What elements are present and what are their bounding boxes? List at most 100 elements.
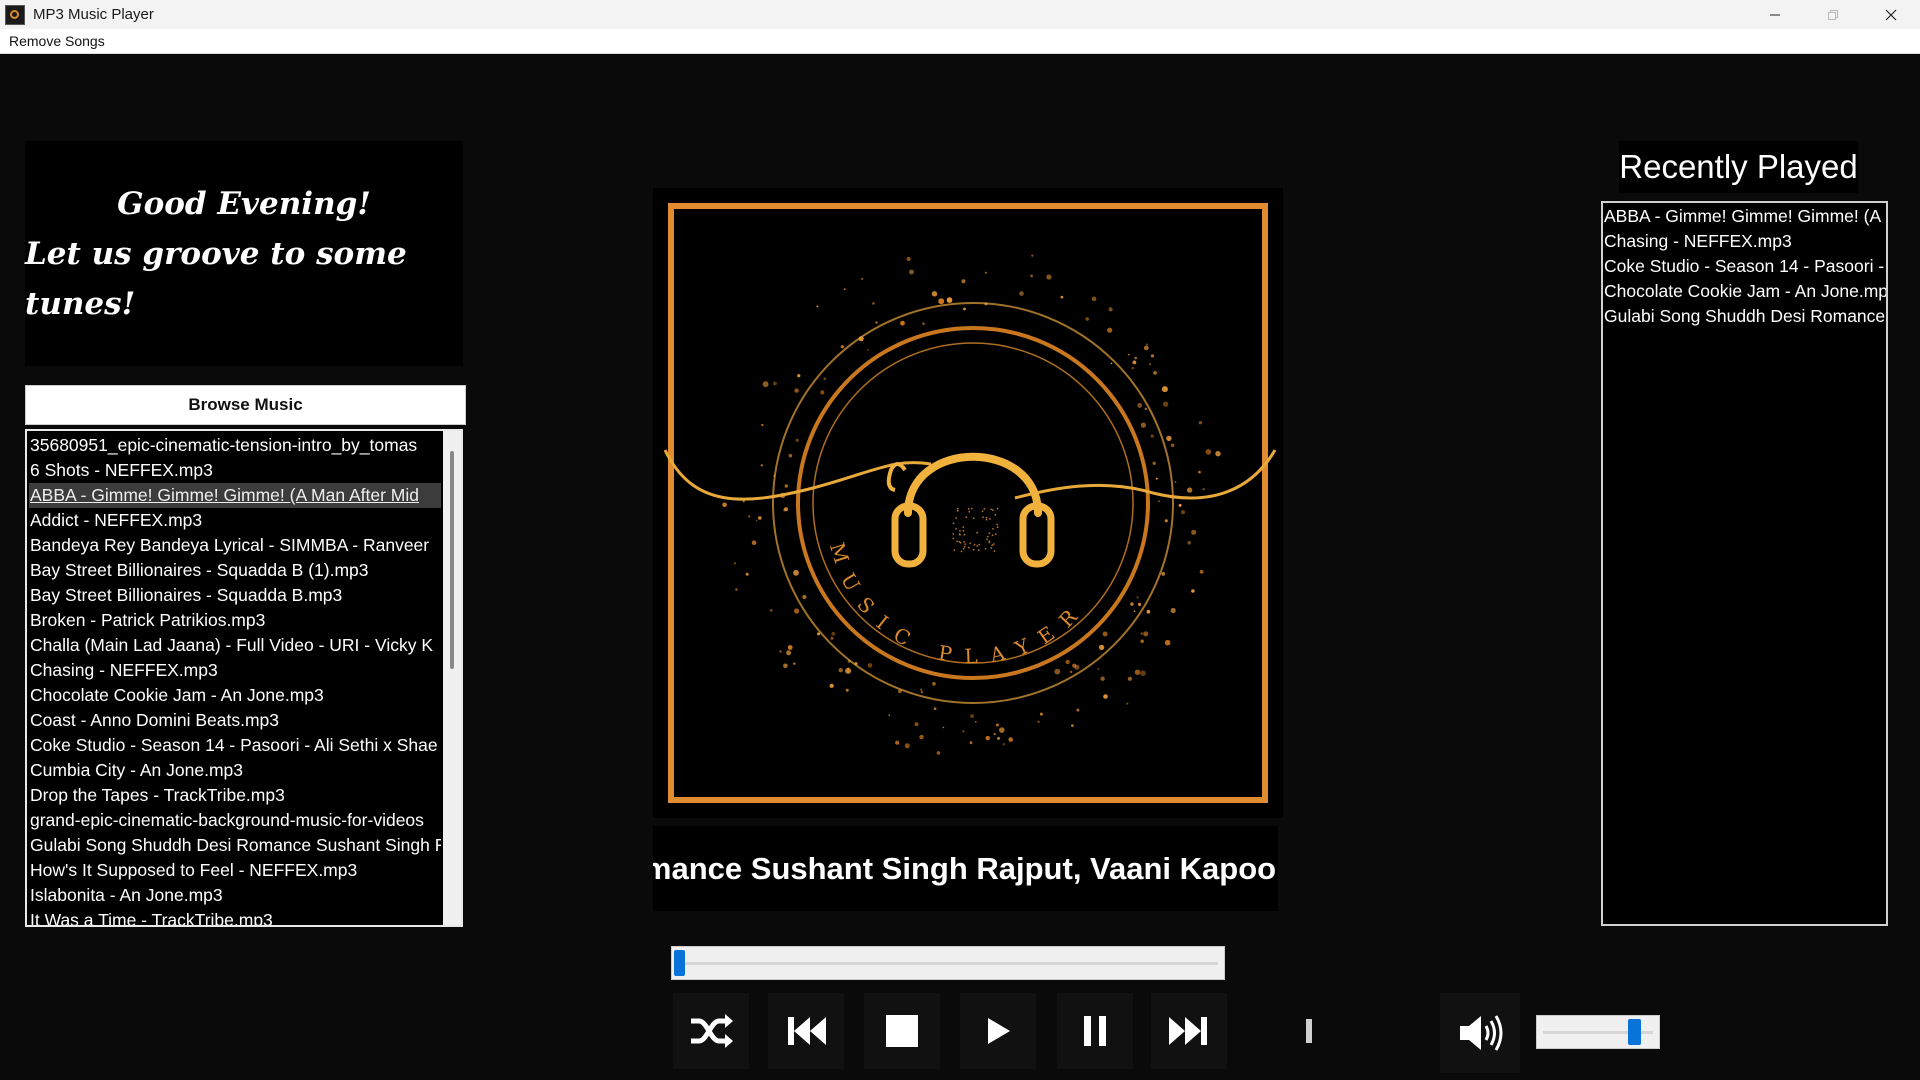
- previous-button[interactable]: [768, 993, 844, 1069]
- maximize-button[interactable]: [1804, 0, 1862, 29]
- sparkle-dot: [1161, 572, 1166, 576]
- window-controls: [1746, 0, 1920, 29]
- sparkle-dot: [1215, 451, 1221, 457]
- song-list-item[interactable]: grand-epic-cinematic-background-music-fo…: [29, 808, 441, 833]
- recently-played-item[interactable]: Coke Studio - Season 14 - Pasoori -: [1604, 254, 1886, 279]
- sparkle-dot: [952, 533, 955, 535]
- sparkle-dot: [840, 345, 844, 349]
- sparkle-dot: [1205, 449, 1212, 455]
- recently-played-item[interactable]: Chasing - NEFFEX.mp3: [1604, 229, 1886, 254]
- sparkle-dot: [1202, 488, 1205, 491]
- sparkle-dot: [845, 667, 852, 674]
- volume-handle[interactable]: [1628, 1019, 1642, 1045]
- song-list-item[interactable]: Cumbia City - An Jone.mp3: [29, 758, 441, 783]
- sparkle-dot: [1008, 737, 1013, 742]
- stop-button[interactable]: [864, 993, 940, 1069]
- sparkle-dot: [936, 751, 941, 755]
- song-list-item[interactable]: Bay Street Billionaires - Squadda B (1).…: [29, 558, 441, 583]
- sparkle-dot: [817, 632, 820, 636]
- song-list-item[interactable]: 6 Shots - NEFFEX.mp3: [29, 458, 441, 483]
- sparkle-dot: [895, 740, 900, 745]
- sparkle-dot: [1158, 500, 1160, 503]
- sparkle-dot: [1103, 694, 1108, 699]
- sparkle-dot: [793, 569, 799, 576]
- minimize-button[interactable]: [1746, 0, 1804, 29]
- sparkle-dot: [1108, 307, 1113, 312]
- sparkle-dot: [964, 543, 967, 546]
- song-list-item[interactable]: Addict - NEFFEX.mp3: [29, 508, 441, 533]
- sparkle-dot: [793, 662, 796, 665]
- song-list-item[interactable]: Islabonita - An Jone.mp3: [29, 883, 441, 908]
- volume-button[interactable]: [1440, 993, 1520, 1073]
- recently-played-item[interactable]: Chocolate Cookie Jam - An Jone.mp: [1604, 279, 1886, 304]
- sparkle-dot: [996, 526, 999, 529]
- sparkle-dot: [762, 381, 769, 388]
- song-list-item[interactable]: Chasing - NEFFEX.mp3: [29, 658, 441, 683]
- shuffle-button[interactable]: [673, 993, 749, 1069]
- sparkle-dot: [829, 683, 834, 688]
- sparkle-dot: [779, 650, 782, 653]
- sparkle-dot: [769, 609, 773, 612]
- sparkle-dot: [942, 726, 945, 729]
- next-button[interactable]: [1151, 993, 1227, 1069]
- song-list-item[interactable]: It Was a Time - TrackTribe.mp3: [29, 908, 441, 925]
- recently-played-item[interactable]: ABBA - Gimme! Gimme! Gimme! (A: [1604, 204, 1886, 229]
- sparkle-dot: [1002, 743, 1005, 746]
- song-list-item[interactable]: Challa (Main Lad Jaana) - Full Video - U…: [29, 633, 441, 658]
- sparkle-dot: [1186, 487, 1193, 493]
- close-icon: [1885, 9, 1897, 20]
- sparkle-dot: [760, 464, 763, 467]
- song-list-scrollbar[interactable]: [443, 431, 461, 925]
- menu-bar: Remove Songs: [0, 29, 1920, 54]
- progress-slider[interactable]: [671, 946, 1225, 980]
- sparkle-dot: [1091, 296, 1097, 302]
- sparkle-dot: [802, 594, 807, 600]
- song-list-item[interactable]: How's It Supposed to Feel - NEFFEX.mp3: [29, 858, 441, 883]
- song-list-item[interactable]: Gulabi Song Shuddh Desi Romance Sushant …: [29, 833, 441, 858]
- sparkle-dot: [976, 531, 979, 534]
- volume-slider[interactable]: [1536, 1015, 1660, 1049]
- restore-icon: [1828, 9, 1838, 20]
- pause-button[interactable]: [1057, 993, 1133, 1069]
- song-list-item[interactable]: Drop the Tapes - TrackTribe.mp3: [29, 783, 441, 808]
- skip-back-icon: [788, 1017, 826, 1045]
- song-list-item[interactable]: Broken - Patrick Patrikios.mp3: [29, 608, 441, 633]
- recently-played-item[interactable]: Gulabi Song Shuddh Desi Romance: [1604, 304, 1886, 329]
- song-list-item[interactable]: Coast - Anno Domini Beats.mp3: [29, 708, 441, 733]
- sparkle-dot: [1164, 519, 1168, 523]
- sparkle-dot: [984, 271, 987, 274]
- sparkle-dot: [978, 543, 981, 546]
- sparkle-dot: [795, 438, 799, 442]
- sparkle-dot: [761, 423, 764, 427]
- song-list-item[interactable]: Chocolate Cookie Jam - An Jone.mp3: [29, 683, 441, 708]
- sparkle-dot: [1148, 363, 1151, 366]
- song-list-item[interactable]: Bandeya Rey Bandeya Lyrical - SIMMBA - R…: [29, 533, 441, 558]
- song-list-item[interactable]: Coke Studio - Season 14 - Pasoori - Ali …: [29, 733, 441, 758]
- scrollbar-thumb[interactable]: [450, 451, 454, 669]
- sparkle-dot: [794, 608, 800, 614]
- sparkle-dot: [938, 298, 945, 305]
- menu-remove-songs[interactable]: Remove Songs: [0, 33, 114, 49]
- sparkle-dot: [990, 547, 993, 549]
- close-button[interactable]: [1862, 0, 1920, 29]
- song-list-item[interactable]: Bay Street Billionaires - Squadda B.mp3: [29, 583, 441, 608]
- recently-played-list[interactable]: ABBA - Gimme! Gimme! Gimme! (A Chasing - …: [1604, 204, 1886, 329]
- progress-handle[interactable]: [674, 950, 685, 976]
- sparkle-dot: [1146, 609, 1151, 614]
- sparkle-dot: [920, 688, 923, 691]
- sparkle-dot: [830, 636, 834, 640]
- sparkle-dot: [985, 516, 988, 519]
- song-list[interactable]: 35680951_epic-cinematic-tension-intro_by…: [29, 433, 441, 925]
- sparkle-dot: [1131, 366, 1134, 370]
- browse-music-button[interactable]: Browse Music: [25, 385, 466, 425]
- sparkle-dot: [959, 534, 961, 536]
- sparkle-dot: [994, 513, 997, 516]
- song-list-item[interactable]: 35680951_epic-cinematic-tension-intro_by…: [29, 433, 441, 458]
- sparkle-dot: [956, 509, 959, 512]
- play-button[interactable]: [960, 993, 1036, 1069]
- sparkle-dot: [1100, 676, 1105, 681]
- sparkle-dot: [976, 545, 979, 547]
- sparkle-dot: [755, 519, 758, 522]
- song-list-item[interactable]: ABBA - Gimme! Gimme! Gimme! (A Man After…: [29, 483, 441, 508]
- recently-played-title: Recently Played: [1619, 141, 1858, 193]
